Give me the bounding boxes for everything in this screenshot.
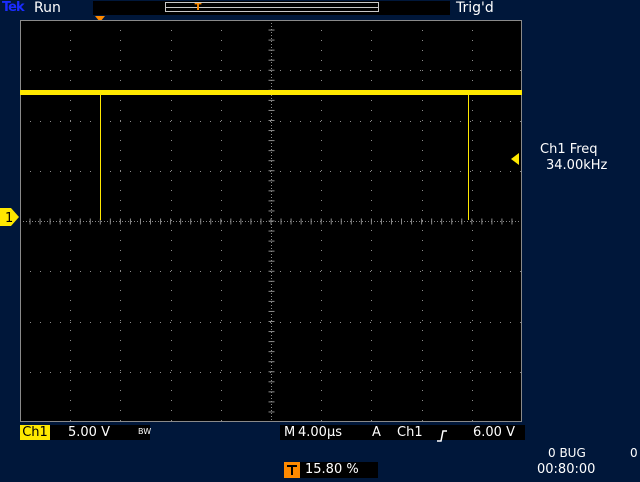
ch1-vertical-scale: 5.00 V — [68, 425, 110, 440]
ch1-waveform-high — [20, 90, 522, 95]
measurement-label: Ch1 Freq — [540, 142, 598, 157]
trigger-status: Trig'd — [456, 0, 494, 16]
trigger-source: Ch1 — [397, 425, 423, 440]
trigger-T-icon — [287, 465, 297, 475]
timebase-mode: M — [284, 425, 296, 440]
record-trigger-icon: T — [194, 2, 202, 13]
run-status: Run — [34, 0, 61, 16]
rising-edge-icon — [436, 427, 448, 442]
status-time: 00:80:00 — [537, 462, 596, 477]
measurement-value: 34.00kHz — [546, 158, 608, 173]
ch1-marker-label: 1 — [5, 211, 13, 226]
status-bug-count: 0 BUG — [548, 446, 586, 460]
status-right-value: 0 — [630, 446, 638, 460]
ch1-ground-marker[interactable]: 1 — [0, 208, 20, 226]
ch1-badge[interactable]: Ch1 — [20, 425, 50, 440]
trigger-level: 6.00 V — [473, 425, 515, 440]
bandwidth-limit-flag: BW — [138, 427, 152, 436]
measurement-arrow-icon — [510, 150, 520, 165]
waveform-display[interactable] — [20, 20, 522, 422]
ch1-marker-icon: 1 — [0, 208, 19, 226]
graticule-grid — [20, 20, 522, 422]
trigger-position-value: 15.80 % — [305, 462, 359, 477]
timebase-value: 4.00µs — [298, 425, 342, 440]
trigger-mode: A — [372, 425, 381, 440]
trigger-position-badge — [284, 462, 300, 478]
brand-logo: Tek — [2, 0, 25, 15]
